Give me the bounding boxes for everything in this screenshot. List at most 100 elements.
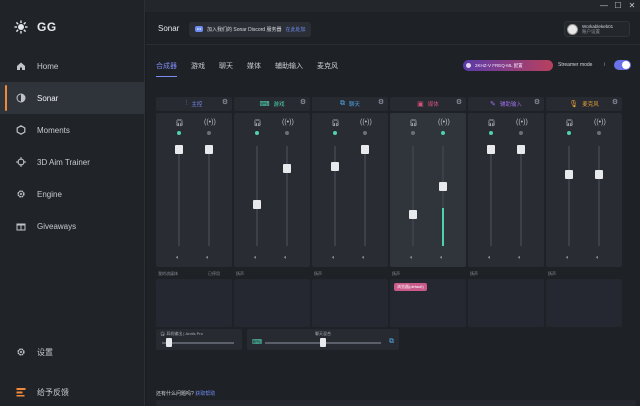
stream-speaker-icon[interactable]: 🔈︎	[284, 255, 288, 262]
headphone-icon[interactable]: 🎧︎	[331, 119, 340, 127]
headphone-icon[interactable]: 🎧︎	[487, 119, 496, 127]
output-device-list[interactable]	[546, 279, 622, 327]
headphone-icon[interactable]: 🎧︎	[253, 119, 262, 127]
channel-settings-icon[interactable]: ⚙	[611, 99, 619, 107]
monitor-speaker-icon[interactable]: 🔈︎	[566, 255, 570, 262]
headphone-icon[interactable]: 🎧︎	[565, 119, 574, 127]
broadcast-icon[interactable]: ((•))	[360, 119, 372, 126]
help-link[interactable]: 获取帮助	[195, 391, 215, 397]
broadcast-icon[interactable]: ((•))	[516, 119, 528, 126]
stream-speaker-icon[interactable]: 🔈︎	[362, 255, 366, 262]
headphone-icon[interactable]: 🎧︎	[409, 119, 418, 127]
sidebar-item-label: 给予反馈	[37, 387, 69, 397]
stream-speaker-icon[interactable]: 🔈︎	[518, 255, 522, 262]
settings-area: 设置	[0, 336, 145, 368]
stream-volume-thumb[interactable]	[361, 145, 369, 154]
tab-bar: 合成器 游戏 聊天 媒体 辅助输入 麦克风	[156, 61, 338, 77]
monitor-volume-thumb[interactable]	[565, 170, 573, 179]
maximize-button[interactable]: ☐	[611, 1, 625, 11]
minimize-button[interactable]: —	[597, 1, 611, 11]
tab-mic[interactable]: 麦克风	[317, 61, 338, 77]
output-device-list[interactable]	[312, 279, 388, 327]
monitor-speaker-icon[interactable]: 🔈︎	[410, 255, 414, 262]
monitor-speaker-icon[interactable]: 🔈︎	[332, 255, 336, 262]
stream-volume-thumb[interactable]	[517, 145, 525, 154]
stream-volume-thumb[interactable]	[439, 182, 447, 191]
discord-join-link[interactable]: 在此处加	[285, 26, 305, 33]
sidebar-item-settings[interactable]: 设置	[0, 336, 145, 368]
discord-banner[interactable]: 加入我们的 Sonar Discord 服务器 在此处加	[189, 22, 312, 37]
sidebar-item-home[interactable]: Home	[0, 50, 145, 82]
config-selector[interactable]: 2KHZ-V FREQ-ML 配置	[463, 60, 553, 71]
output-device-list[interactable]	[468, 279, 544, 327]
monitor-volume-thumb[interactable]	[175, 145, 183, 154]
channel-settings-icon[interactable]: ⚙	[533, 99, 541, 107]
headset-volume-thumb[interactable]	[166, 338, 172, 347]
stream-volume-track[interactable]	[364, 146, 366, 246]
broadcast-icon[interactable]: ((•))	[438, 119, 450, 126]
tab-chat[interactable]: 聊天	[219, 61, 233, 77]
stream-volume-track[interactable]	[208, 146, 210, 246]
sidebar-item-aim-trainer[interactable]: 3D Aim Trainer	[0, 146, 145, 178]
stream-status-dot	[441, 131, 445, 135]
broadcast-icon[interactable]: ((•))	[282, 119, 294, 126]
monitor-volume-track[interactable]	[568, 146, 570, 246]
tab-aux[interactable]: 辅助输入	[275, 61, 303, 77]
monitor-volume-thumb[interactable]	[253, 200, 261, 209]
stream-status-dot	[285, 131, 289, 135]
sidebar-item-moments[interactable]: Moments	[0, 114, 145, 146]
stream-speaker-icon[interactable]: 🔈︎	[206, 255, 210, 262]
channel-settings-icon[interactable]: ⚙	[377, 99, 385, 107]
tab-media[interactable]: 媒体	[247, 61, 261, 77]
stream-volume-track[interactable]	[598, 146, 600, 246]
user-account-button[interactable]: Workablekeb01 账户设置	[564, 21, 630, 37]
monitor-speaker-icon[interactable]: 🔈︎	[176, 255, 180, 262]
tab-mixer[interactable]: 合成器	[156, 61, 177, 77]
sidebar-item-sonar[interactable]: Sonar	[0, 82, 145, 114]
monitor-volume-thumb[interactable]	[331, 162, 339, 171]
stream-volume-thumb[interactable]	[595, 170, 603, 179]
monitor-speaker-icon[interactable]: 🔈︎	[488, 255, 492, 262]
stream-speaker-icon[interactable]: 🔈︎	[440, 255, 444, 262]
channel-6: 🎙︎ 麦克风 ⚙ 🎧︎ ((•)) 🔈︎ 🔈︎ 扬声	[546, 97, 622, 327]
sidebar-item-engine[interactable]: Engine	[0, 178, 145, 210]
chat-icon: ⧉	[339, 100, 345, 107]
gift-icon	[16, 221, 26, 231]
stream-volume-track[interactable]	[520, 146, 522, 246]
stream-volume-track[interactable]	[286, 146, 288, 246]
monitor-volume-thumb[interactable]	[487, 145, 495, 154]
output-device-list[interactable]	[156, 279, 232, 327]
streamer-mode-toggle[interactable]	[614, 60, 631, 70]
stream-volume-thumb[interactable]	[283, 164, 291, 173]
channel-settings-icon[interactable]: ⚙	[455, 99, 463, 107]
monitor-volume-track[interactable]	[490, 146, 492, 246]
channel-settings-icon[interactable]: ⚙	[221, 99, 229, 107]
headset-volume-track[interactable]	[162, 342, 234, 344]
sidebar-item-feedback[interactable]: 给予反馈	[0, 376, 145, 406]
close-button[interactable]: ✕	[625, 1, 639, 11]
monitor-volume-thumb[interactable]	[409, 210, 417, 219]
stream-volume-thumb[interactable]	[205, 145, 213, 154]
monitor-speaker-icon[interactable]: 🔈︎	[254, 255, 258, 262]
channel-strip: 🎧︎ ((•)) 🔈︎ 🔈︎	[312, 113, 388, 267]
output-device-list[interactable]	[234, 279, 310, 327]
info-icon[interactable]: i	[604, 62, 605, 68]
sidebar-item-giveaways[interactable]: Giveaways	[0, 210, 145, 242]
broadcast-icon[interactable]: ((•))	[204, 119, 216, 126]
headphone-icon[interactable]: 🎧︎	[175, 119, 184, 127]
channel-header: ⌨ 游戏 ⚙	[234, 97, 310, 111]
channel-settings-icon[interactable]: ⚙	[299, 99, 307, 107]
monitor-volume-track[interactable]	[334, 146, 336, 246]
device-tag[interactable]: 浏览器(default)	[394, 283, 427, 291]
monitor-volume-track[interactable]	[256, 146, 258, 246]
monitor-status-dot	[489, 131, 493, 135]
tab-game[interactable]: 游戏	[191, 61, 205, 77]
logo[interactable]: GG	[14, 20, 57, 34]
broadcast-icon[interactable]: ((•))	[594, 119, 606, 126]
chatmix-thumb[interactable]	[320, 338, 326, 347]
channel-name: 麦克风	[582, 102, 599, 108]
stream-speaker-icon[interactable]: 🔈︎	[596, 255, 600, 262]
channel-output: 扬声	[312, 269, 388, 327]
monitor-volume-track[interactable]	[178, 146, 180, 246]
monitor-volume-track[interactable]	[412, 146, 414, 246]
